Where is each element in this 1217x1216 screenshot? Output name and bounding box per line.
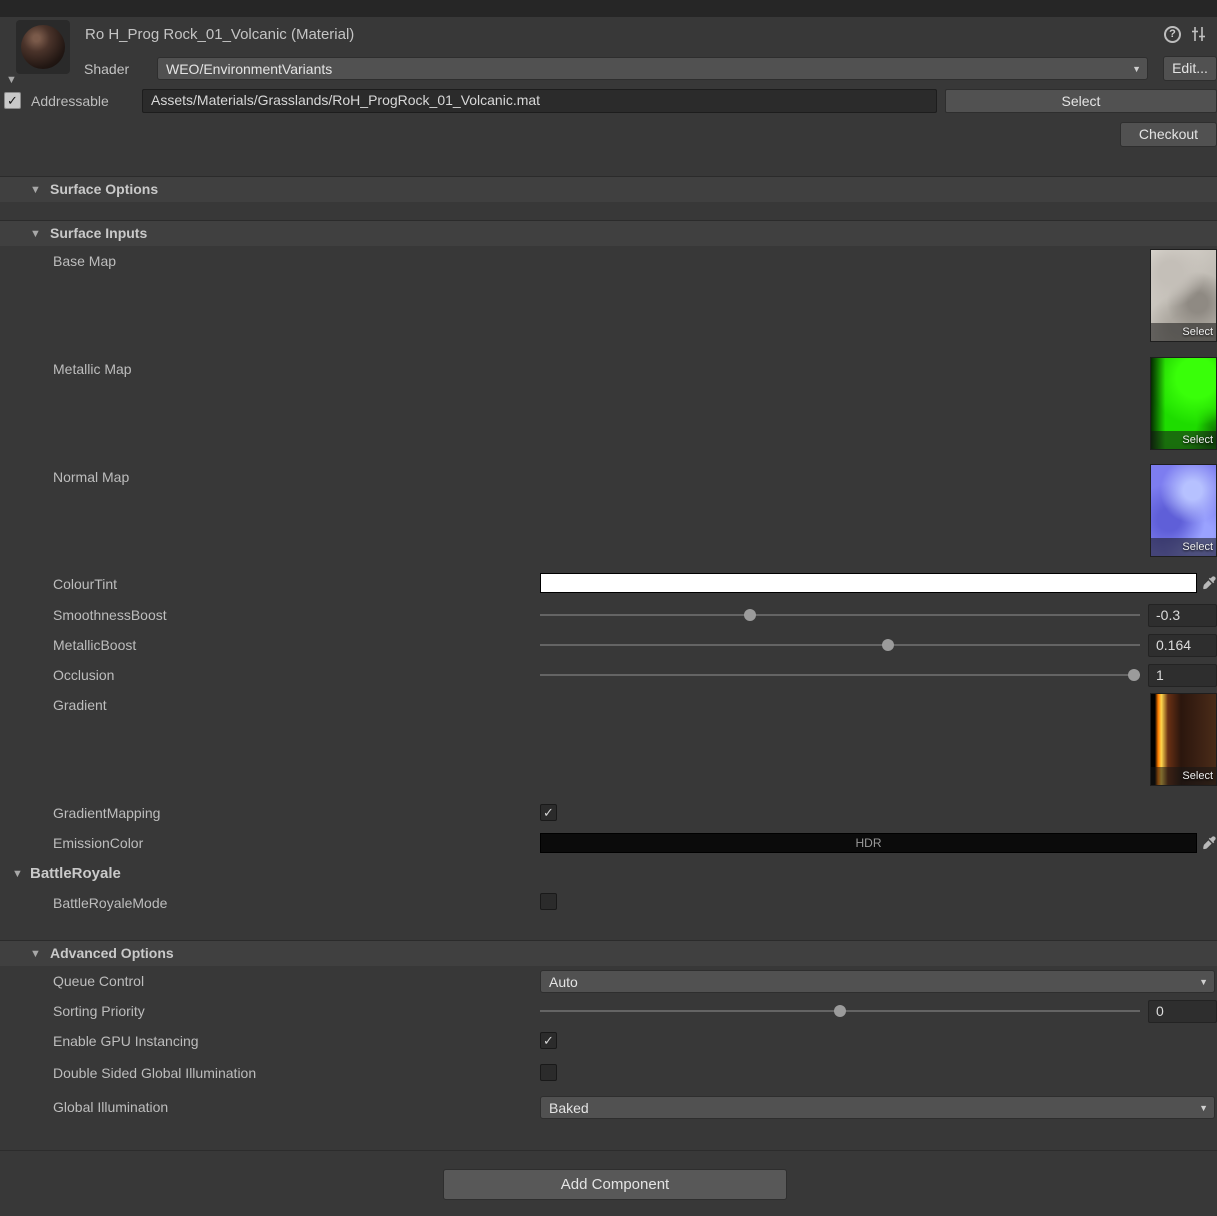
checkout-button[interactable]: Checkout [1120, 122, 1217, 147]
occlusion-label: Occlusion [53, 667, 115, 683]
addressable-path-field[interactable]: Assets/Materials/Grasslands/RoH_ProgRock… [142, 89, 937, 113]
metallic-boost-value[interactable]: 0.164 [1148, 634, 1217, 657]
surface-inputs-header[interactable]: ▼ Surface Inputs [0, 220, 1217, 246]
slider-handle[interactable] [744, 609, 756, 621]
slider-track [540, 614, 1140, 616]
help-icon[interactable]: ? [1164, 26, 1181, 43]
queue-control-label: Queue Control [53, 973, 145, 989]
battle-royale-mode-label: BattleRoyaleMode [53, 895, 168, 911]
sorting-priority-value[interactable]: 0 [1148, 1000, 1217, 1023]
occlusion-slider[interactable] [540, 665, 1140, 685]
double-sided-gi-label: Double Sided Global Illumination [53, 1065, 257, 1081]
global-illumination-value: Baked [549, 1099, 589, 1116]
material-preview-sphere [21, 25, 65, 69]
smoothness-boost-label: SmoothnessBoost [53, 607, 167, 623]
metallic-map-thumbnail[interactable]: Select [1150, 357, 1217, 450]
slider-handle[interactable] [1128, 669, 1140, 681]
surface-options-title: Surface Options [50, 181, 159, 197]
colour-tint-label: ColourTint [53, 576, 118, 592]
battle-royale-foldout-icon[interactable]: ▼ [12, 868, 23, 880]
addressable-label: Addressable [31, 93, 109, 109]
preview-foldout-icon[interactable]: ▼ [6, 74, 17, 86]
normal-map-select-button[interactable]: Select [1151, 538, 1216, 556]
surface-options-header[interactable]: ▼ Surface Options [0, 176, 1217, 202]
shader-label: Shader [84, 61, 130, 77]
chevron-down-icon: ▼ [1132, 63, 1141, 74]
inspector-panel: ▼ Ro H_Prog Rock_01_Volcanic (Material) … [0, 0, 1217, 1216]
advanced-options-header[interactable]: ▼ Advanced Options [0, 940, 1217, 966]
add-component-button[interactable]: Add Component [443, 1169, 787, 1200]
shader-dropdown[interactable]: WEO/EnvironmentVariants ▼ [157, 57, 1148, 80]
battle-royale-mode-checkbox[interactable] [540, 893, 557, 910]
addressable-checkbox[interactable]: ✓ [4, 92, 21, 109]
chevron-down-icon: ▼ [1199, 1102, 1208, 1113]
gpu-instancing-checkbox[interactable]: ✓ [540, 1032, 557, 1049]
sorting-priority-label: Sorting Priority [53, 1003, 145, 1019]
battle-royale-title[interactable]: BattleRoyale [30, 865, 121, 882]
hdr-badge: HDR [855, 836, 882, 850]
base-map-label: Base Map [53, 253, 117, 269]
normal-map-label: Normal Map [53, 469, 130, 485]
emission-color-swatch[interactable]: HDR [540, 833, 1197, 853]
smoothness-boost-value[interactable]: -0.3 [1148, 604, 1217, 627]
slider-track [540, 674, 1140, 676]
addressable-select-button[interactable]: Select [945, 89, 1217, 113]
gradient-select-button[interactable]: Select [1151, 767, 1216, 785]
metallic-map-select-button[interactable]: Select [1151, 431, 1216, 449]
material-title: Ro H_Prog Rock_01_Volcanic (Material) [85, 26, 355, 43]
slider-handle[interactable] [834, 1005, 846, 1017]
queue-control-value: Auto [549, 973, 578, 990]
foldout-icon[interactable]: ▼ [30, 948, 41, 960]
normal-map-thumbnail[interactable]: Select [1150, 464, 1217, 557]
advanced-options-title: Advanced Options [50, 945, 174, 961]
metallic-map-label: Metallic Map [53, 361, 132, 377]
presets-icon[interactable] [1191, 27, 1207, 44]
foldout-icon[interactable]: ▼ [30, 184, 41, 196]
window-top-strip [0, 0, 1217, 17]
footer-divider [0, 1150, 1217, 1151]
eyedropper-icon[interactable] [1202, 576, 1216, 593]
base-map-select-button[interactable]: Select [1151, 323, 1216, 341]
slider-handle[interactable] [882, 639, 894, 651]
gradient-mapping-checkbox[interactable]: ✓ [540, 804, 557, 821]
queue-control-dropdown[interactable]: Auto ▼ [540, 970, 1215, 993]
base-map-thumbnail[interactable]: Select [1150, 249, 1217, 342]
shader-edit-button[interactable]: Edit... [1163, 56, 1217, 81]
gpu-instancing-label: Enable GPU Instancing [53, 1033, 199, 1049]
global-illumination-label: Global Illumination [53, 1099, 169, 1115]
colour-tint-swatch[interactable] [540, 573, 1197, 593]
global-illumination-dropdown[interactable]: Baked ▼ [540, 1096, 1215, 1119]
smoothness-boost-slider[interactable] [540, 605, 1140, 625]
chevron-down-icon: ▼ [1199, 976, 1208, 987]
foldout-icon[interactable]: ▼ [30, 228, 41, 240]
eyedropper-icon[interactable] [1202, 836, 1216, 853]
gradient-label: Gradient [53, 697, 107, 713]
surface-inputs-title: Surface Inputs [50, 225, 148, 241]
metallic-boost-slider[interactable] [540, 635, 1140, 655]
sorting-priority-slider[interactable] [540, 1001, 1140, 1021]
double-sided-gi-checkbox[interactable] [540, 1064, 557, 1081]
metallic-boost-label: MetallicBoost [53, 637, 137, 653]
material-preview-box [16, 20, 70, 74]
occlusion-value[interactable]: 1 [1148, 664, 1217, 687]
slider-track [540, 644, 1140, 646]
emission-color-label: EmissionColor [53, 835, 144, 851]
shader-dropdown-value: WEO/EnvironmentVariants [166, 60, 333, 77]
gradient-mapping-label: GradientMapping [53, 805, 161, 821]
gradient-thumbnail[interactable]: Select [1150, 693, 1217, 786]
